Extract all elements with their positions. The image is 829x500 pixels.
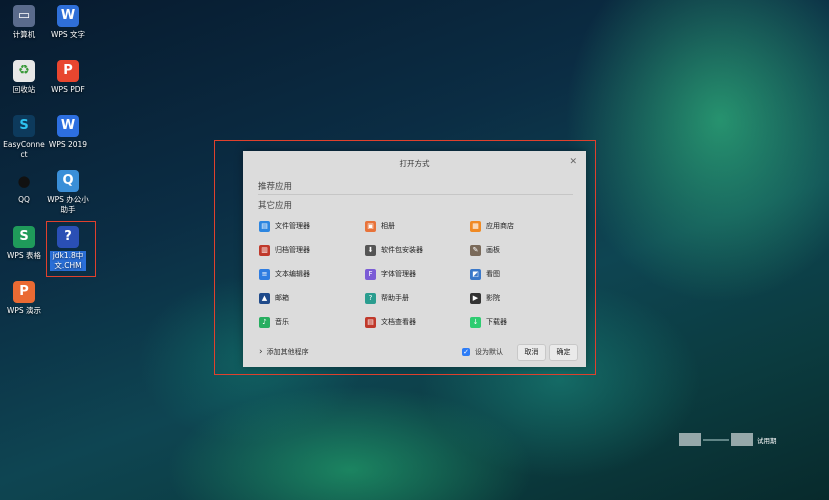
checkmark-icon: ✓: [462, 348, 470, 356]
blurred-block: [731, 433, 753, 446]
trial-text: 试用期: [757, 436, 777, 445]
wps-pdf-icon: P: [57, 60, 79, 82]
blurred-line: [703, 438, 729, 441]
wps-assistant-icon: Q: [57, 170, 79, 192]
app-item-movie[interactable]: ▶ 影院: [470, 291, 500, 305]
app-item-manual[interactable]: ? 帮助手册: [365, 291, 409, 305]
desktop-icon-wps-presentation[interactable]: P WPS 演示: [0, 281, 48, 316]
app-item-archive-manager[interactable]: ▥ 归档管理器: [259, 243, 310, 257]
add-other-program-button[interactable]: › 添加其他程序: [259, 347, 309, 357]
open-with-dialog: 打开方式 ✕ 推荐应用 其它应用 ▤ 文件管理器 ▣ 相册 ▦ 应用商店 ▥ 归…: [243, 151, 586, 367]
package-icon: ⬇: [365, 244, 376, 256]
folder-icon: ▤: [259, 220, 270, 232]
app-item-package-installer[interactable]: ⬇ 软件包安装器: [365, 243, 423, 257]
desktop-icon-wps-writer[interactable]: W WPS 文字: [44, 5, 92, 40]
wps-presentation-icon: P: [13, 281, 35, 303]
app-item-music[interactable]: ♪ 音乐: [259, 315, 289, 329]
qq-penguin-icon: ●: [17, 172, 31, 190]
blurred-block: [679, 433, 701, 446]
paint-icon: ✎: [470, 244, 481, 256]
wps-sheets-icon: S: [13, 226, 35, 248]
app-item-downloader[interactable]: ↓ 下载器: [470, 315, 507, 329]
desktop-icon-wps-sheets[interactable]: S WPS 表格: [0, 226, 48, 261]
trash-icon: ♻: [13, 60, 35, 82]
app-item-album[interactable]: ▣ 相册: [365, 219, 395, 233]
highlight-box-file: [46, 221, 96, 277]
recommended-apps-heading: 推荐应用: [258, 182, 293, 192]
store-icon: ▦: [470, 220, 481, 232]
desktop-icon-wps-assistant[interactable]: Q WPS 办公小助手: [44, 170, 92, 215]
desktop-icon-wps-2019[interactable]: W WPS 2019: [44, 115, 92, 150]
cancel-button[interactable]: 取消: [517, 344, 546, 361]
desktop-icon-easyconnect[interactable]: S EasyConne ct: [0, 115, 48, 160]
close-icon[interactable]: ✕: [569, 157, 577, 167]
computer-icon: ▭: [13, 5, 35, 27]
app-item-image-viewer[interactable]: ◩ 看图: [470, 267, 500, 281]
font-icon: F: [365, 268, 376, 280]
easyconnect-icon: S: [13, 115, 35, 137]
wps-2019-icon: W: [57, 115, 79, 137]
desktop-icon-computer[interactable]: ▭ 计算机: [0, 5, 48, 40]
chevron-right-icon: ›: [259, 347, 263, 357]
app-item-app-store[interactable]: ▦ 应用商店: [470, 219, 514, 233]
image-viewer-icon: ◩: [470, 268, 481, 280]
desktop-icon-qq[interactable]: ● QQ: [0, 170, 48, 205]
app-item-text-editor[interactable]: ≡ 文本编辑器: [259, 267, 310, 281]
manual-icon: ?: [365, 292, 376, 304]
app-item-document-viewer[interactable]: ▤ 文档查看器: [365, 315, 416, 329]
desktop-icon-trash[interactable]: ♻ 回收站: [0, 60, 48, 95]
download-icon: ↓: [470, 316, 481, 328]
other-apps-heading: 其它应用: [258, 201, 293, 211]
dialog-title: 打开方式: [399, 159, 430, 168]
desktop-icon-wps-pdf[interactable]: P WPS PDF: [44, 60, 92, 95]
music-icon: ♪: [259, 316, 270, 328]
album-icon: ▣: [365, 220, 376, 232]
document-viewer-icon: ▤: [365, 316, 376, 328]
confirm-button[interactable]: 确定: [549, 344, 578, 361]
movie-icon: ▶: [470, 292, 481, 304]
app-item-paint[interactable]: ✎ 画板: [470, 243, 500, 257]
divider: [258, 194, 573, 195]
wps-writer-icon: W: [57, 5, 79, 27]
app-item-mail[interactable]: ▲ 邮箱: [259, 291, 289, 305]
app-item-file-manager[interactable]: ▤ 文件管理器: [259, 219, 310, 233]
mail-icon: ▲: [259, 292, 270, 304]
archive-icon: ▥: [259, 244, 270, 256]
app-item-font-manager[interactable]: F 字体管理器: [365, 267, 416, 281]
set-default-checkbox[interactable]: ✓ 设为默认: [462, 347, 503, 357]
text-editor-icon: ≡: [259, 268, 270, 280]
trial-watermark: 试用期: [679, 433, 777, 446]
